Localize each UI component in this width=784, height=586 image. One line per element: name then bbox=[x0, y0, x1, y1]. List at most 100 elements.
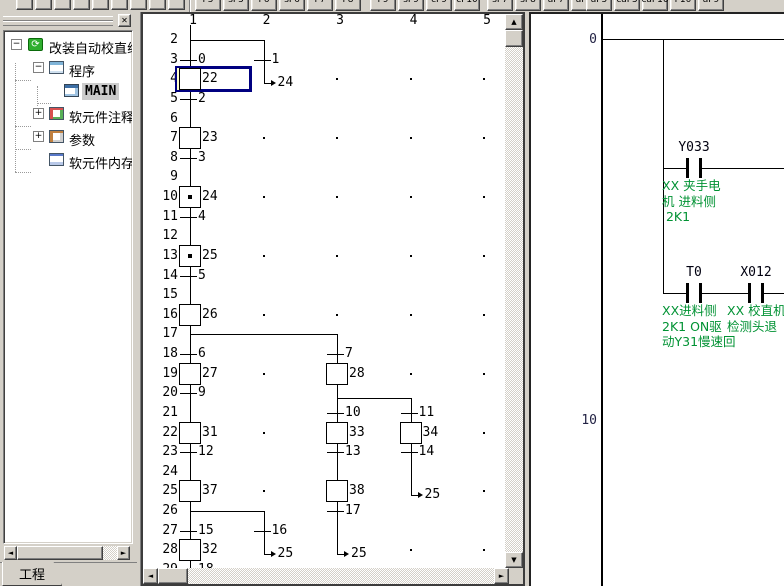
sfc-jump-24[interactable]: 24 bbox=[278, 76, 294, 90]
ladder-contact-T0[interactable] bbox=[699, 283, 702, 303]
ladder-contact-X012[interactable] bbox=[761, 283, 764, 303]
scroll-right-icon[interactable]: ► bbox=[494, 568, 509, 584]
sfc-vscroll-thumb[interactable] bbox=[505, 30, 523, 47]
sfc-transition-15[interactable] bbox=[180, 531, 197, 532]
sfc-vscrollbar[interactable]: ▲ ▼ bbox=[505, 14, 523, 568]
panel-close-button[interactable]: ✕ bbox=[118, 14, 131, 27]
tree-item-program-folder[interactable]: −程序 bbox=[4, 58, 132, 78]
sfc-step-33[interactable] bbox=[326, 422, 348, 444]
toolbar-fkey-button[interactable]: cF10 bbox=[454, 0, 480, 11]
sfc-transition-label: 5 bbox=[198, 269, 206, 283]
toolbar-icon-button[interactable] bbox=[54, 0, 71, 10]
tree-toggle-plus-icon[interactable]: + bbox=[33, 108, 44, 119]
toolbar-fkey-button[interactable]: aF5 bbox=[586, 0, 612, 11]
toolbar-fkey-button[interactable]: aF7 bbox=[543, 0, 569, 11]
sfc-transition-4[interactable] bbox=[180, 217, 197, 218]
sfc-jump-25[interactable]: 25 bbox=[278, 547, 294, 561]
sfc-transition-17[interactable] bbox=[327, 511, 344, 512]
toolbar-fkey-button[interactable]: F6 bbox=[251, 0, 277, 11]
tab-project[interactable]: 工程 bbox=[2, 562, 62, 586]
toolbar-fkey-button[interactable]: F5 bbox=[195, 0, 221, 11]
sfc-jump-25[interactable]: 25 bbox=[351, 547, 367, 561]
toolbar-icon-button[interactable] bbox=[73, 0, 90, 10]
sfc-transition-0[interactable] bbox=[180, 60, 197, 61]
toolbar-fkey-button[interactable]: aF9 bbox=[698, 0, 724, 11]
sfc-transition-10[interactable] bbox=[327, 413, 344, 414]
sfc-step-25[interactable] bbox=[179, 245, 201, 267]
sfc-step-38[interactable] bbox=[326, 480, 348, 502]
toolbar-fkey-button[interactable]: cF9 bbox=[426, 0, 452, 11]
toolbar-icon-button[interactable] bbox=[111, 0, 128, 10]
tree-toggle-plus-icon[interactable]: + bbox=[33, 131, 44, 142]
project-panel: ✕ −⟳改装自动校直线 −程序 MAIN +软元件注释 +参数软元件内存 ◄ ► 工程 bbox=[0, 12, 141, 586]
fkey-label: aF9 bbox=[703, 0, 719, 5]
sfc-transition-16[interactable] bbox=[254, 531, 271, 532]
sfc-step-32[interactable] bbox=[179, 539, 201, 561]
toolbar-fkey-button[interactable]: sF8 bbox=[515, 0, 541, 11]
toolbar-fkey-button[interactable]: sF7 bbox=[487, 0, 513, 11]
ladder-contact-X012[interactable] bbox=[748, 283, 751, 303]
sfc-grid-dot bbox=[410, 196, 412, 198]
tree-hscrollbar[interactable]: ◄ ► bbox=[4, 546, 130, 560]
tree-item-program-main[interactable]: MAIN bbox=[4, 81, 132, 101]
sfc-step-34[interactable] bbox=[400, 422, 422, 444]
toolbar-fkey-button[interactable]: sF9 bbox=[398, 0, 424, 11]
sfc-transition-5[interactable] bbox=[180, 276, 197, 277]
toolbar-fkey-button[interactable]: caF5 bbox=[614, 0, 640, 11]
sfc-transition-2[interactable] bbox=[180, 99, 197, 100]
ladder-contact-T0[interactable] bbox=[686, 283, 689, 303]
sfc-transition-6[interactable] bbox=[180, 354, 197, 355]
tree-toggle-minus-icon[interactable]: − bbox=[33, 62, 44, 73]
sfc-hscroll-thumb[interactable] bbox=[158, 568, 188, 584]
toolbar-fkey-button[interactable]: sF6 bbox=[279, 0, 305, 11]
sfc-step-22[interactable] bbox=[179, 68, 201, 90]
sfc-transition-7[interactable] bbox=[327, 354, 344, 355]
scroll-right-icon[interactable]: ► bbox=[117, 546, 130, 560]
sfc-transition-3[interactable] bbox=[180, 158, 197, 159]
scroll-up-icon[interactable]: ▲ bbox=[505, 14, 523, 30]
sfc-transition-13[interactable] bbox=[327, 452, 344, 453]
tree-hscroll-thumb[interactable] bbox=[17, 546, 103, 560]
sfc-step-37[interactable] bbox=[179, 480, 201, 502]
tree-item-device-memory[interactable]: 软元件内存 bbox=[4, 150, 132, 170]
tree-item-project-root[interactable]: −⟳改装自动校直线 bbox=[4, 35, 132, 55]
toolbar-icon-button[interactable] bbox=[130, 0, 147, 10]
sfc-transition-12[interactable] bbox=[180, 452, 197, 453]
ladder-rung-number: 0 bbox=[557, 32, 597, 47]
toolbar-icon-button[interactable] bbox=[168, 0, 185, 10]
toolbar-fkey-button[interactable]: caF10 bbox=[642, 0, 668, 11]
sfc-jump-25[interactable]: 25 bbox=[425, 488, 441, 502]
sfc-diagram[interactable]: 1234523456789101112131415161718192021222… bbox=[143, 14, 505, 568]
toolbar-fkey-button[interactable]: F9 bbox=[370, 0, 396, 11]
sfc-transition-14[interactable] bbox=[401, 452, 418, 453]
sfc-step-28[interactable] bbox=[326, 363, 348, 385]
sfc-step-23[interactable] bbox=[179, 127, 201, 149]
tree-toggle-minus-icon[interactable]: − bbox=[11, 39, 22, 50]
ladder-contact-Y033[interactable] bbox=[686, 158, 689, 178]
sfc-transition-11[interactable] bbox=[401, 413, 418, 414]
sfc-step-24[interactable] bbox=[179, 186, 201, 208]
sfc-transition-9[interactable] bbox=[180, 393, 197, 394]
sfc-step-31[interactable] bbox=[179, 422, 201, 444]
tree-item-device-comment[interactable]: +软元件注释 bbox=[4, 104, 132, 124]
toolbar-fkey-button[interactable]: F10 bbox=[670, 0, 696, 11]
toolbar-fkey-button[interactable]: F7 bbox=[307, 0, 333, 11]
toolbar-fkey-button[interactable]: sF5 bbox=[223, 0, 249, 11]
toolbar-icon-button[interactable] bbox=[35, 0, 52, 10]
sfc-transition-1[interactable] bbox=[254, 60, 271, 61]
toolbar-icon-button[interactable] bbox=[16, 0, 33, 10]
toolbar-fkey-button[interactable]: F8 bbox=[335, 0, 361, 11]
ladder-panel[interactable]: 010Y033XX 夹手电 机 进料侧 2K1T0X012XX进料侧 2K1 O… bbox=[529, 12, 784, 586]
sfc-hscrollbar[interactable]: ◄ ► bbox=[143, 568, 509, 584]
toolbar-icon-button[interactable] bbox=[92, 0, 109, 10]
tree-item-parameter[interactable]: +参数 bbox=[4, 127, 132, 147]
sfc-step-27[interactable] bbox=[179, 363, 201, 385]
ladder-contact-Y033[interactable] bbox=[699, 158, 702, 178]
scroll-left-icon[interactable]: ◄ bbox=[4, 546, 17, 560]
scroll-left-icon[interactable]: ◄ bbox=[143, 568, 158, 584]
project-tree[interactable]: −⟳改装自动校直线 −程序 MAIN +软元件注释 +参数软元件内存 bbox=[3, 30, 133, 544]
sfc-step-26[interactable] bbox=[179, 304, 201, 326]
panel-grip[interactable] bbox=[3, 21, 113, 26]
scroll-down-icon[interactable]: ▼ bbox=[505, 552, 523, 568]
toolbar-icon-button[interactable] bbox=[149, 0, 166, 10]
